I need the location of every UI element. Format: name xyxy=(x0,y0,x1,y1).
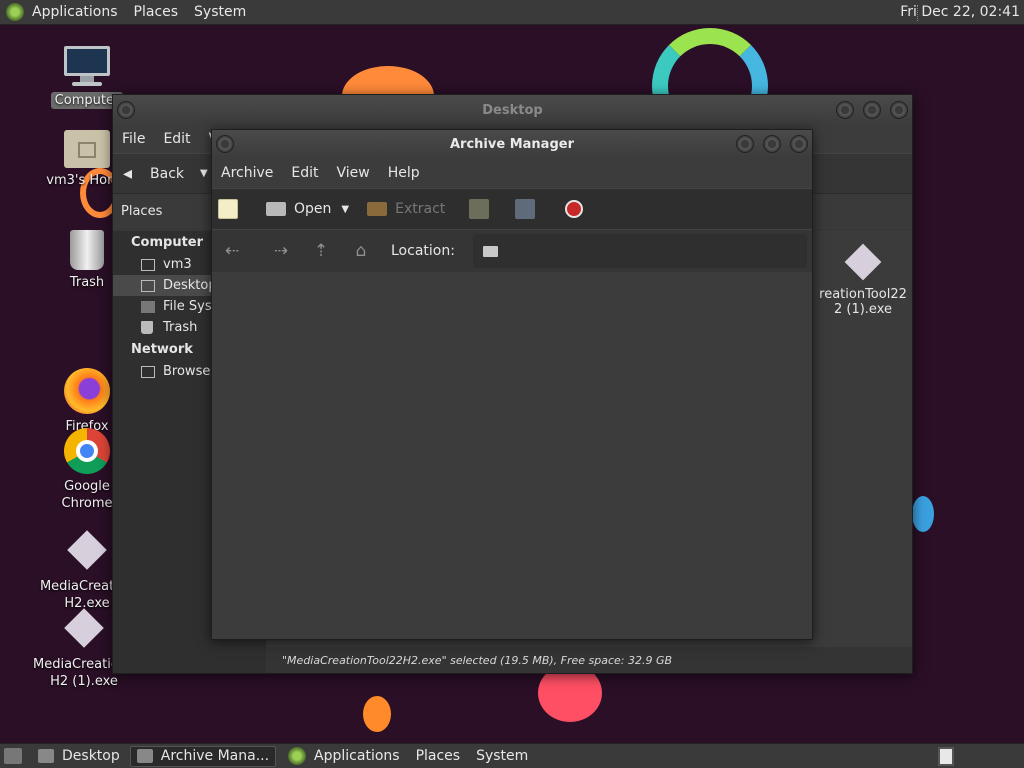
back-dropdown-icon[interactable]: ▼ xyxy=(200,168,208,179)
sidebar-item-label: File Syst xyxy=(163,299,217,314)
exe-icon xyxy=(844,243,882,281)
trash-small-icon xyxy=(141,321,153,334)
exe-icon xyxy=(64,608,104,648)
firefox-icon xyxy=(64,368,110,414)
chrome-icon xyxy=(64,428,110,474)
extract-button[interactable]: Extract xyxy=(361,201,451,217)
workspace-switcher[interactable] xyxy=(938,747,954,766)
add-folder-icon xyxy=(515,199,536,219)
status-bar: "MediaCreationTool22H2.exe" selected (19… xyxy=(266,647,912,673)
bottom-panel: Desktop Archive Mana... Applications Pla… xyxy=(0,743,1024,768)
archive-manager-titlebar[interactable]: Archive Manager xyxy=(212,130,812,158)
location-field[interactable] xyxy=(472,234,807,268)
location-label: Location: xyxy=(391,243,455,259)
stop-icon xyxy=(565,200,584,218)
places-menu[interactable]: Places xyxy=(408,748,469,764)
drive-icon xyxy=(141,300,155,313)
open-folder-icon xyxy=(266,202,286,216)
desktop-folder-icon xyxy=(141,279,155,292)
maximize-button[interactable] xyxy=(763,135,781,153)
archive-menubar: Archive Edit View Help xyxy=(212,158,812,188)
open-label: Open xyxy=(294,201,332,217)
close-button[interactable] xyxy=(790,135,808,153)
mate-logo-icon[interactable] xyxy=(6,3,24,21)
home-icon[interactable]: ⌂ xyxy=(350,241,372,261)
add-files-icon xyxy=(469,199,490,219)
desktop-icon-label-line2: H2 (1).exe xyxy=(50,674,118,689)
add-folder-button[interactable] xyxy=(509,199,549,219)
top-panel: Applications Places System Fri Dec 22, 0… xyxy=(0,0,1024,25)
archive-content-area xyxy=(212,272,812,639)
close-button[interactable] xyxy=(890,101,908,119)
sidebar-item-label: Desktop xyxy=(163,278,217,293)
extract-label: Extract xyxy=(395,201,446,217)
file-manager-titlebar[interactable]: Desktop xyxy=(113,95,912,125)
exe-icon xyxy=(67,530,107,570)
wallpaper-orange-dot xyxy=(363,696,391,732)
home-icon xyxy=(141,258,155,271)
menu-help[interactable]: Help xyxy=(379,165,429,181)
applications-menu[interactable]: Applications xyxy=(306,748,408,764)
menu-file[interactable]: File xyxy=(113,131,154,147)
extract-icon xyxy=(367,202,388,216)
location-bar: ⇠ ⇢ ⇡ ⌂ Location: xyxy=(212,230,812,272)
folder-icon xyxy=(38,749,54,763)
trash-icon xyxy=(70,230,104,270)
new-archive-icon xyxy=(218,199,238,219)
back-icon[interactable]: ⇠ xyxy=(221,241,243,261)
mate-logo-icon[interactable] xyxy=(288,747,307,765)
status-text: "MediaCreationTool22H2.exe" selected (19… xyxy=(282,653,673,667)
menu-edit[interactable]: Edit xyxy=(154,131,199,147)
window-title: Desktop xyxy=(482,102,543,118)
open-button[interactable]: Open xyxy=(260,201,337,217)
computer-icon xyxy=(62,46,112,88)
menu-edit[interactable]: Edit xyxy=(282,165,327,181)
system-menu[interactable]: System xyxy=(186,4,254,20)
window-menu-button[interactable] xyxy=(216,135,234,153)
wallpaper-blue-dot xyxy=(912,496,934,532)
new-archive-button[interactable] xyxy=(212,199,252,219)
applications-menu[interactable]: Applications xyxy=(24,4,126,20)
places-label[interactable]: Places xyxy=(121,204,162,219)
file-item-label-line2: 2 (1).exe xyxy=(833,302,892,317)
system-menu[interactable]: System xyxy=(468,748,536,764)
file-item-mediacreationtool-1[interactable]: reationTool22 2 (1).exe xyxy=(798,243,928,317)
maximize-button[interactable] xyxy=(863,101,881,119)
up-icon[interactable]: ⇡ xyxy=(310,241,332,261)
archive-toolbar: Open ▼ Extract xyxy=(212,188,812,230)
home-folder-icon xyxy=(64,130,110,168)
taskbar-item-label: Archive Mana... xyxy=(160,748,270,764)
archive-icon xyxy=(136,749,153,763)
sidebar-item-label: Trash xyxy=(163,320,198,335)
stop-button[interactable] xyxy=(559,200,589,218)
window-menu-button[interactable] xyxy=(117,101,135,119)
places-menu[interactable]: Places xyxy=(126,4,187,20)
taskbar-item-label: Desktop xyxy=(62,748,120,764)
back-button[interactable]: Back xyxy=(150,166,184,182)
forward-icon[interactable]: ⇢ xyxy=(270,241,292,261)
back-arrow-icon: ◂ xyxy=(123,163,133,184)
sidebar-item-label: vm3 xyxy=(163,257,192,272)
show-desktop-icon[interactable] xyxy=(4,748,22,764)
taskbar-item-desktop[interactable]: Desktop xyxy=(32,746,126,767)
archive-manager-window: Archive Manager Archive Edit View Help O… xyxy=(211,129,813,640)
network-icon xyxy=(141,365,155,378)
taskbar-item-archive-manager[interactable]: Archive Mana... xyxy=(129,745,277,767)
folder-icon xyxy=(482,245,498,257)
minimize-button[interactable] xyxy=(736,135,754,153)
menu-archive[interactable]: Archive xyxy=(212,165,282,181)
minimize-button[interactable] xyxy=(836,101,854,119)
clock[interactable]: Fri Dec 22, 02:41 xyxy=(900,4,1020,20)
menu-view[interactable]: View xyxy=(328,165,379,181)
window-title: Archive Manager xyxy=(450,136,574,152)
file-item-label-line1: reationTool22 xyxy=(819,287,907,302)
open-dropdown-button[interactable]: ▼ xyxy=(337,204,353,215)
add-files-button[interactable] xyxy=(463,199,503,219)
